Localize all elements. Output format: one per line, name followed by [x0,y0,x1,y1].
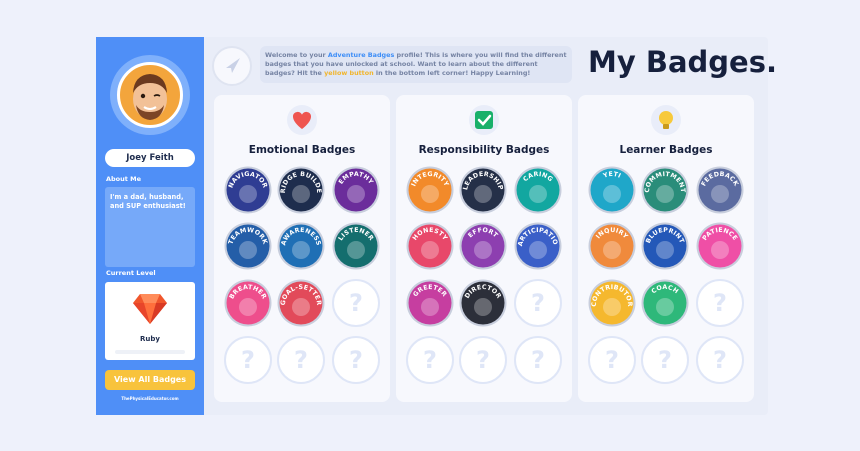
about-me-text: I'm a dad, husband, and SUP enthusiast! [105,187,195,267]
site-footer-link[interactable]: ThePhysicalEducator.com [96,396,204,401]
adventure-badges-link: Adventure Badges [327,51,395,59]
badge-empathy[interactable]: EMPATHY [332,166,380,214]
lightbulb-icon [651,105,681,135]
avatar-ring [110,55,190,135]
badge-navigator[interactable]: NAVIGATOR [224,166,272,214]
locked-badge[interactable]: ? [696,279,744,327]
badge-contributor[interactable]: CONTRIBUTOR [588,279,636,327]
svg-text:?: ? [294,346,308,374]
avatar [117,62,183,128]
badge-category-card: Learner Badges YETI COMMITMENT FEEDBACK INQU… [578,95,754,402]
svg-text:?: ? [713,289,727,317]
badge-leadership[interactable]: LEADERSHIP [459,166,507,214]
welcome-text-1: Welcome to your [265,51,328,59]
page-title: My Badges. [588,45,777,79]
svg-text:?: ? [605,346,619,374]
compass-icon [212,46,252,86]
svg-text:?: ? [349,289,363,317]
badge-participation[interactable]: PARTICIPATION [514,222,562,270]
badge-honesty[interactable]: HONESTY [406,222,454,270]
svg-text:?: ? [531,289,545,317]
badge-category-card: Emotional Badges NAVIGATORBRIDGE BUILDERE… [214,95,390,402]
badge-yeti[interactable]: YETI [588,166,636,214]
badge-integrity[interactable]: INTEGRITY [406,166,454,214]
locked-badge[interactable]: ? [696,336,744,384]
heart-icon [287,105,317,135]
locked-badge[interactable]: ? [588,336,636,384]
badge-blueprint[interactable]: BLUEPRINT [641,222,689,270]
badge-bridge-builder[interactable]: BRIDGE BUILDER [277,166,325,214]
category-title: Responsibility Badges [418,144,550,156]
category-title: Learner Badges [619,144,713,156]
badge-director[interactable]: DIRECTOR [459,279,507,327]
welcome-text-3: in the bottom left corner! Happy Learnin… [373,68,531,77]
svg-text:?: ? [241,346,255,374]
badge-breather[interactable]: BREATHER [224,279,272,327]
category-title: Emotional Badges [248,144,356,156]
about-me-label: About Me [106,175,142,183]
locked-badge[interactable]: ? [332,279,380,327]
locked-badge[interactable]: ? [406,336,454,384]
svg-text:?: ? [658,346,672,374]
badge-inquiry[interactable]: INQUIRY [588,222,636,270]
badge-coach[interactable]: COACH [641,279,689,327]
welcome-message: Welcome to your Adventure Badges profile… [260,46,572,83]
locked-badge[interactable]: ? [224,336,272,384]
svg-text:?: ? [713,346,727,374]
badge-feedback[interactable]: FEEDBACK [696,166,744,214]
svg-text:?: ? [349,346,363,374]
locked-badge[interactable]: ? [641,336,689,384]
badge-patience[interactable]: PATIENCE [696,222,744,270]
svg-text:?: ? [423,346,437,374]
profile-sidebar: Joey Feith About Me I'm a dad, husband, … [96,37,204,415]
current-level-card: Ruby [105,282,195,360]
badge-caring[interactable]: CARING [514,166,562,214]
badge-awareness[interactable]: AWARENESS [277,222,325,270]
locked-badge[interactable]: ? [514,336,562,384]
locked-badge[interactable]: ? [332,336,380,384]
svg-text:?: ? [531,346,545,374]
badge-commitment[interactable]: COMMITMENT [641,166,689,214]
badge-greeter[interactable]: GREETER [406,279,454,327]
level-progress-bar [115,350,185,354]
locked-badge[interactable]: ? [277,336,325,384]
checkmark-icon [469,105,499,135]
badge-goal-setter[interactable]: GOAL-SETTER [277,279,325,327]
user-name: Joey Feith [105,149,195,167]
badge-effort[interactable]: EFFORT [459,222,507,270]
yellow-button-hint: yellow button [324,68,374,77]
locked-badge[interactable]: ? [514,279,562,327]
badge-category-card: Responsibility Badges INTEGRITY LEADERSHIP… [396,95,572,402]
badge-listener[interactable]: LISTENER [332,222,380,270]
view-all-badges-button[interactable]: View All Badges [105,370,195,390]
current-level-label: Current Level [106,269,156,277]
badge-teamwork[interactable]: TEAMWORK [224,222,272,270]
ruby-gem-icon [133,294,167,324]
level-name: Ruby [140,335,160,343]
locked-badge[interactable]: ? [459,336,507,384]
svg-text:?: ? [476,346,490,374]
